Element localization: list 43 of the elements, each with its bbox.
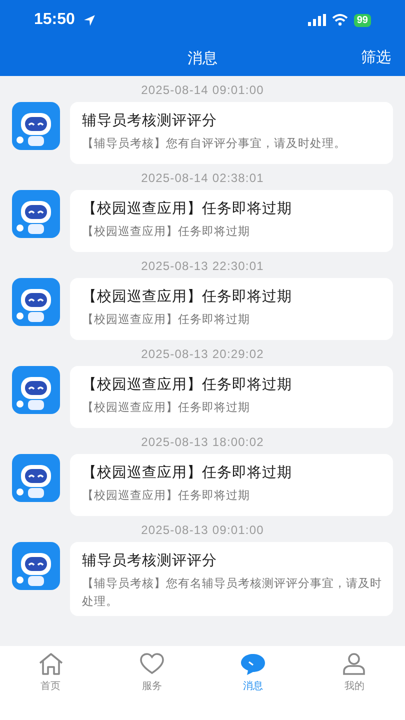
chat-bubble-icon	[240, 652, 266, 676]
message-card[interactable]: 辅导员考核测评评分 【辅导员考核】您有名辅导员考核测评评分事宜，请及时处理。	[70, 542, 393, 616]
robot-avatar-icon	[12, 278, 60, 326]
robot-avatar-icon	[12, 366, 60, 414]
message-preview: 【校园巡查应用】任务即将过期	[82, 311, 251, 328]
message-timestamp: 2025-08-14 09:01:00	[140, 82, 265, 99]
message-timestamp: 2025-08-13 18:00:02	[140, 434, 265, 451]
robot-avatar-icon	[12, 542, 60, 590]
message-preview: 【辅导员考核】您有自评评分事宜，请及时处理。	[82, 135, 347, 152]
message-title: 【校园巡查应用】任务即将过期	[82, 376, 293, 395]
signal-icon	[308, 14, 326, 26]
message-title: 辅导员考核测评评分	[82, 552, 218, 571]
message-preview: 【校园巡查应用】任务即将过期	[82, 223, 251, 240]
home-icon	[38, 652, 64, 676]
message-preview: 【辅导员考核】您有名辅导员考核测评评分事宜，请及时处理。	[82, 575, 383, 610]
message-card[interactable]: 【校园巡查应用】任务即将过期 【校园巡查应用】任务即将过期	[70, 366, 393, 428]
page-title: 消息	[188, 48, 218, 68]
message-title: 辅导员考核测评评分	[82, 112, 218, 131]
message-preview: 【校园巡查应用】任务即将过期	[82, 487, 251, 504]
robot-avatar-icon	[12, 190, 60, 238]
message-timestamp: 2025-08-13 20:29:02	[140, 346, 265, 363]
heart-icon	[138, 652, 165, 676]
message-timestamp: 2025-08-14 02:38:01	[140, 170, 265, 187]
message-card[interactable]: 辅导员考核测评评分 【辅导员考核】您有自评评分事宜，请及时处理。	[70, 102, 393, 164]
message-title: 【校园巡查应用】任务即将过期	[82, 464, 293, 483]
battery-level: 99	[354, 14, 371, 26]
message-preview: 【校园巡查应用】任务即将过期	[82, 399, 251, 416]
location-arrow-icon	[82, 14, 96, 26]
message-card[interactable]: 【校园巡查应用】任务即将过期 【校园巡查应用】任务即将过期	[70, 278, 393, 340]
wifi-icon	[332, 14, 348, 26]
tab-bar-item[interactable]: 我的	[304, 650, 405, 695]
status-time: 15:50	[34, 11, 75, 29]
message-card[interactable]: 【校园巡查应用】任务即将过期 【校园巡查应用】任务即将过期	[70, 190, 393, 252]
robot-avatar-icon	[12, 454, 60, 502]
filter-button[interactable]: 筛选	[359, 46, 393, 69]
user-icon	[341, 652, 368, 676]
tab-bar-item[interactable]: 消息	[202, 650, 304, 695]
message-timestamp: 2025-08-13 22:30:01	[140, 258, 265, 275]
message-title: 【校园巡查应用】任务即将过期	[82, 288, 293, 307]
message-card[interactable]: 【校园巡查应用】任务即将过期 【校园巡查应用】任务即将过期	[70, 454, 393, 516]
message-title: 【校园巡查应用】任务即将过期	[82, 200, 293, 219]
robot-avatar-icon	[12, 102, 60, 150]
message-timestamp: 2025-08-13 09:01:00	[140, 522, 265, 539]
